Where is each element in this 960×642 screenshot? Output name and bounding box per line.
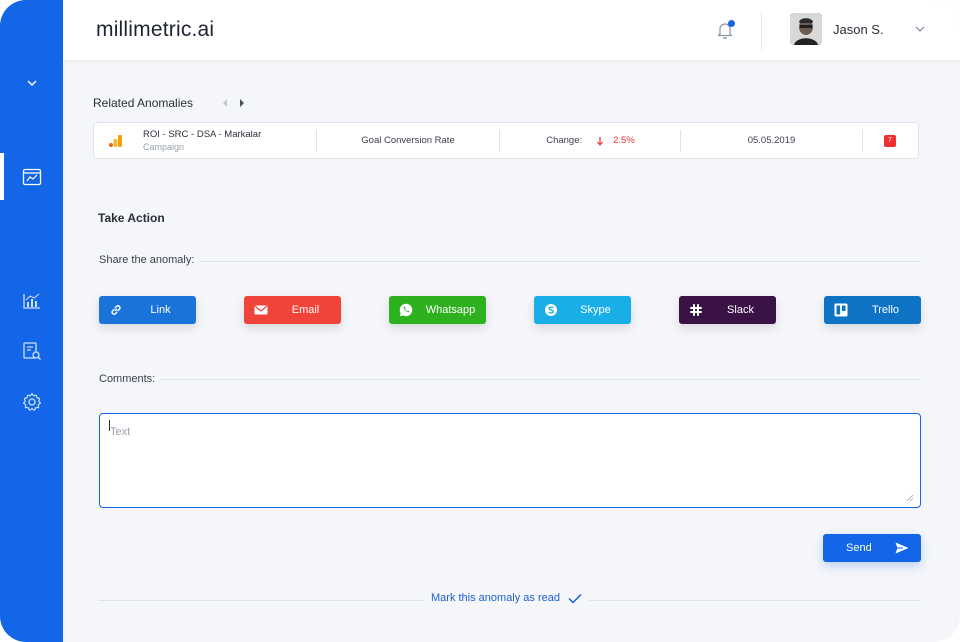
share-trello-button[interactable]: Trello	[824, 296, 921, 324]
search-document-icon	[22, 342, 41, 360]
change-label: Change:	[546, 135, 583, 146]
whatsapp-icon	[399, 303, 413, 317]
arrow-down-icon	[597, 136, 604, 146]
sidebar-collapse-button[interactable]	[0, 63, 63, 103]
take-action-title: Take Action	[98, 211, 165, 225]
share-label: Share the anomaly:	[99, 254, 201, 266]
skype-icon	[545, 304, 557, 316]
share-skype-button[interactable]: Skype	[534, 296, 631, 324]
campaign-name: ROI - SRC - DSA - Markalar	[143, 129, 262, 140]
share-slack-label: Slack	[727, 304, 754, 316]
gear-icon	[22, 392, 41, 411]
trello-icon	[834, 303, 848, 317]
notification-dot	[728, 20, 735, 27]
row-divider	[862, 130, 863, 152]
sidebar-item-analytics[interactable]	[0, 281, 63, 321]
browser-chart-icon	[22, 168, 41, 186]
link-icon	[111, 305, 121, 315]
slack-icon	[690, 304, 702, 316]
comments-divider	[99, 379, 920, 380]
change-value: 2.5%	[613, 135, 635, 146]
campaign-cell: ROI - SRC - DSA - Markalar Campaign	[143, 123, 261, 158]
share-trello-label: Trello	[871, 304, 900, 316]
share-whatsapp-label: Whatsapp	[425, 304, 476, 316]
anomaly-date: 05.05.2019	[747, 135, 796, 146]
sidebar	[0, 0, 63, 642]
chevron-down-icon	[27, 80, 36, 86]
sidebar-item-settings[interactable]	[0, 382, 63, 422]
related-anomalies-title: Related Anomalies	[93, 96, 194, 110]
sidebar-item-reports[interactable]	[0, 331, 63, 371]
share-link-label: Link	[150, 304, 171, 316]
send-button[interactable]: Send	[823, 534, 921, 562]
arrow-right-icon[interactable]	[237, 98, 247, 108]
user-photo-icon	[790, 13, 822, 45]
paper-plane-icon	[895, 542, 909, 554]
app-logo[interactable]: millimetric.ai	[96, 18, 214, 42]
app-frame: millimetric.ai Jason S. Related Anomalie…	[0, 0, 960, 642]
sidebar-item-anomalies[interactable]	[0, 157, 63, 197]
top-header: millimetric.ai Jason S.	[63, 0, 960, 60]
check-icon	[568, 593, 582, 604]
google-analytics-icon	[109, 134, 122, 147]
analytics-logo	[109, 123, 123, 158]
bar-chart-icon	[22, 293, 40, 309]
share-link-button[interactable]: Link	[99, 296, 196, 324]
mark-as-read-label: Mark this anomaly as read	[431, 592, 560, 604]
mark-as-read-link[interactable]: Mark this anomaly as read	[424, 592, 589, 604]
share-divider	[99, 261, 920, 262]
metric-name: Goal Conversion Rate	[361, 135, 455, 146]
comment-textarea[interactable]	[99, 413, 921, 508]
share-email-label: Email	[291, 304, 320, 316]
send-label: Send	[846, 542, 872, 554]
resize-handle-icon[interactable]	[906, 494, 914, 502]
change-cell: Change: 2.5%	[500, 123, 681, 158]
chevron-down-icon[interactable]	[914, 24, 926, 34]
avatar[interactable]	[790, 13, 822, 45]
alert-badge: 7	[884, 134, 896, 147]
share-email-button[interactable]: Email	[244, 296, 341, 324]
header-divider	[761, 12, 762, 50]
related-anomaly-row[interactable]: ROI - SRC - DSA - Markalar Campaign Goal…	[93, 122, 919, 159]
arrow-left-icon[interactable]	[220, 98, 230, 108]
text-caret	[109, 420, 110, 431]
share-skype-label: Skype	[580, 304, 611, 316]
alert-badge-cell: 7	[884, 123, 896, 158]
comments-label: Comments:	[99, 373, 162, 385]
email-icon	[254, 305, 268, 315]
share-whatsapp-button[interactable]: Whatsapp	[389, 296, 486, 324]
share-slack-button[interactable]: Slack	[679, 296, 776, 324]
username[interactable]: Jason S.	[833, 22, 884, 37]
campaign-type: Campaign	[143, 142, 185, 152]
